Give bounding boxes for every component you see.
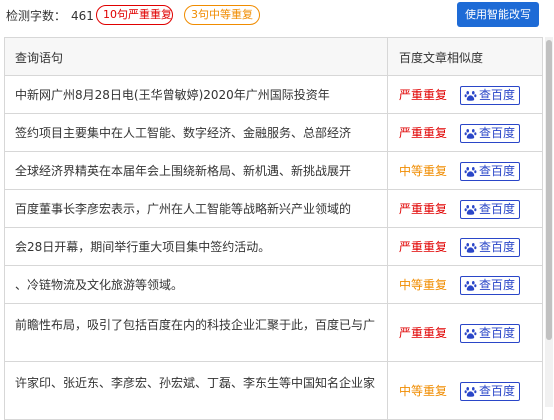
similarity-status: 中等重复 bbox=[399, 384, 448, 398]
check-baidu-label: 查百度 bbox=[479, 164, 516, 178]
column-header-similarity: 百度文章相似度 bbox=[399, 51, 484, 65]
medium-repeat-badge[interactable]: 3句中等重复 bbox=[184, 5, 260, 25]
check-baidu-label: 查百度 bbox=[479, 326, 516, 340]
similarity-status: 严重重复 bbox=[399, 240, 448, 254]
query-text: 百度董事长李彦宏表示，广州在人工智能等战略新兴产业领域的 bbox=[15, 202, 352, 216]
check-baidu-label: 查百度 bbox=[479, 126, 516, 140]
table-row: 、冷链物流及文化旅游等领域。 中等重复 查百度 bbox=[5, 266, 542, 304]
word-count-value: 461 bbox=[71, 9, 94, 23]
similarity-status: 中等重复 bbox=[399, 278, 448, 292]
baidu-paw-icon bbox=[464, 386, 477, 397]
check-baidu-label: 查百度 bbox=[479, 88, 516, 102]
query-text: 中新网广州8月28日电(王华曾敏婷)2020年广州国际投资年 bbox=[15, 88, 330, 102]
similarity-status: 严重重复 bbox=[399, 88, 448, 102]
check-baidu-button[interactable]: 查百度 bbox=[460, 200, 520, 219]
check-baidu-button[interactable]: 查百度 bbox=[460, 124, 520, 143]
severe-repeat-badge[interactable]: 10句严重重复 bbox=[96, 5, 173, 25]
baidu-paw-icon bbox=[464, 280, 477, 291]
word-count-label: 检测字数： bbox=[6, 9, 67, 23]
baidu-paw-icon bbox=[464, 90, 477, 101]
word-count: 检测字数： 461 bbox=[6, 7, 94, 24]
query-text: 全球经济界精英在本届年会上围绕新格局、新机遇、新挑战展开 bbox=[15, 164, 352, 178]
check-baidu-button[interactable]: 查百度 bbox=[460, 238, 520, 257]
ai-rewrite-button[interactable]: 使用智能改写 bbox=[457, 2, 539, 27]
table-row: 百度董事长李彦宏表示，广州在人工智能等战略新兴产业领域的 严重重复 查百度 bbox=[5, 190, 542, 228]
similarity-status: 严重重复 bbox=[399, 126, 448, 140]
similarity-status: 严重重复 bbox=[399, 202, 448, 216]
query-text: 许家印、张近东、李彦宏、孙宏斌、丁磊、李东生等中国知名企业家 bbox=[15, 376, 376, 390]
table-header: 查询语句 百度文章相似度 bbox=[5, 38, 542, 76]
check-baidu-button[interactable]: 查百度 bbox=[460, 324, 520, 343]
check-baidu-button[interactable]: 查百度 bbox=[460, 86, 520, 105]
query-text: 前瞻性布局，吸引了包括百度在内的科技企业汇聚于此，百度已与广 bbox=[15, 318, 376, 332]
table-row: 签约项目主要集中在人工智能、数字经济、金融服务、总部经济 严重重复 查百度 bbox=[5, 114, 542, 152]
table-row: 中新网广州8月28日电(王华曾敏婷)2020年广州国际投资年 严重重复 查百度 bbox=[5, 76, 542, 114]
baidu-paw-icon bbox=[464, 328, 477, 339]
query-text: 签约项目主要集中在人工智能、数字经济、金融服务、总部经济 bbox=[15, 126, 352, 140]
table-row: 许家印、张近东、李彦宏、孙宏斌、丁磊、李东生等中国知名企业家中等重复 查百度 bbox=[5, 362, 542, 420]
check-baidu-button[interactable]: 查百度 bbox=[460, 162, 520, 181]
similarity-status: 严重重复 bbox=[399, 326, 448, 340]
check-baidu-button[interactable]: 查百度 bbox=[460, 276, 520, 295]
check-baidu-label: 查百度 bbox=[479, 202, 516, 216]
check-baidu-button[interactable]: 查百度 bbox=[460, 382, 520, 401]
table-row: 前瞻性布局，吸引了包括百度在内的科技企业汇聚于此，百度已与广严重重复 查百度 bbox=[5, 304, 542, 362]
query-text: 会28日开幕，期间举行重大项目集中签约活动。 bbox=[15, 240, 271, 254]
column-header-query: 查询语句 bbox=[15, 51, 64, 65]
baidu-paw-icon bbox=[464, 166, 477, 177]
query-text: 、冷链物流及文化旅游等领域。 bbox=[15, 278, 184, 292]
toolbar: 检测字数： 461 10句严重重复 3句中等重复 使用智能改写 bbox=[0, 0, 554, 30]
results-table: 查询语句 百度文章相似度 中新网广州8月28日电(王华曾敏婷)2020年广州国际… bbox=[4, 37, 543, 420]
table-row: 全球经济界精英在本届年会上围绕新格局、新机遇、新挑战展开 中等重复 查百度 bbox=[5, 152, 542, 190]
similarity-status: 中等重复 bbox=[399, 164, 448, 178]
baidu-paw-icon bbox=[464, 204, 477, 215]
check-baidu-label: 查百度 bbox=[479, 278, 516, 292]
check-baidu-label: 查百度 bbox=[479, 240, 516, 254]
table-row: 会28日开幕，期间举行重大项目集中签约活动。 严重重复 查百度 bbox=[5, 228, 542, 266]
baidu-paw-icon bbox=[464, 128, 477, 139]
scrollbar-thumb[interactable] bbox=[546, 40, 552, 340]
baidu-paw-icon bbox=[464, 242, 477, 253]
check-baidu-label: 查百度 bbox=[479, 384, 516, 398]
